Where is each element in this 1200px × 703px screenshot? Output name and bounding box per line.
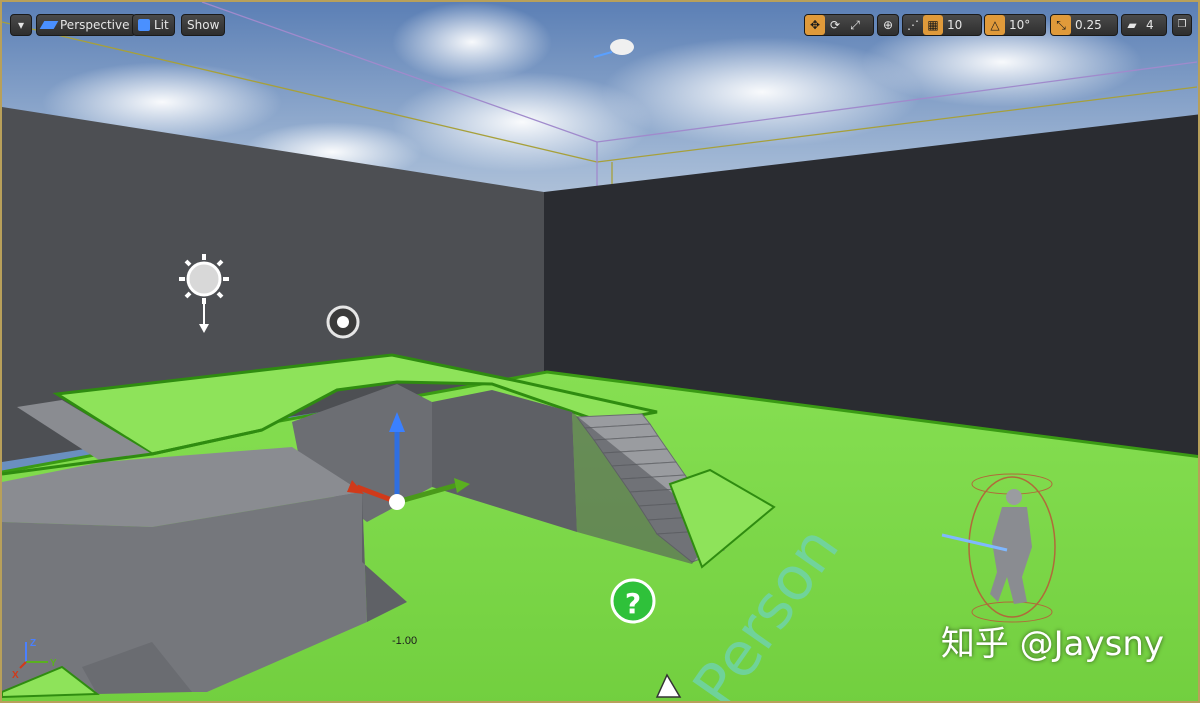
rotate-icon[interactable]: ⟳: [825, 15, 845, 35]
grid-snap-group: ⋰ ▦ 10: [902, 14, 982, 36]
watermark: 知乎 @Jaysny: [940, 624, 1164, 664]
grid-snap-value[interactable]: 10: [943, 14, 966, 36]
viewport-options-button[interactable]: ▾: [10, 14, 32, 36]
chevron-down-icon: ▾: [17, 18, 25, 32]
transform-mode-group: ✥ ⟳ ⤢: [804, 14, 874, 36]
axis-indicator: Z Y X: [12, 634, 72, 687]
camera-speed-value: 4: [1146, 18, 1154, 32]
camera-icon: ▰: [1127, 18, 1137, 32]
coordinate-readout: -1.00: [392, 635, 418, 647]
lit-button[interactable]: Lit: [132, 14, 175, 36]
scale-snap-value[interactable]: 0.25: [1071, 14, 1106, 36]
world-local-button[interactable]: ⊕: [877, 14, 899, 36]
globe-icon: ⊕: [882, 18, 894, 32]
perspective-label: Perspective: [60, 18, 130, 32]
show-label: Show: [187, 18, 220, 32]
axis-y-label: Y: [50, 658, 57, 669]
scale-icon[interactable]: ⤢: [845, 15, 865, 35]
perspective-icon: [39, 21, 59, 29]
grid-icon[interactable]: ▦: [923, 15, 943, 35]
svg-text:?: ?: [625, 587, 641, 620]
maximize-button[interactable]: ❐: [1172, 14, 1192, 36]
camera-speed-group[interactable]: ▰ 4: [1121, 14, 1167, 36]
rotation-snap-value[interactable]: 10°: [1005, 14, 1034, 36]
editor-viewport[interactable]: Person ? Z Y X -1.00 知乎 @Jaysny ▾ Perspe…: [0, 0, 1200, 703]
player-start-icon[interactable]: ?: [610, 578, 656, 624]
lit-label: Lit: [154, 18, 169, 32]
rotation-snap-group: △ 10°: [984, 14, 1046, 36]
scale-snap-icon[interactable]: ⤡: [1051, 15, 1071, 35]
show-button[interactable]: Show: [181, 14, 226, 36]
translate-icon[interactable]: ✥: [805, 15, 825, 35]
reflection-capture-icon[interactable]: [326, 305, 360, 339]
maximize-icon: ❐: [1177, 19, 1187, 30]
perspective-button[interactable]: Perspective: [36, 14, 136, 36]
cube-icon: [138, 19, 150, 31]
angle-icon[interactable]: △: [985, 15, 1005, 35]
scale-snap-group: ⤡ 0.25: [1050, 14, 1118, 36]
cloud: [392, 2, 552, 82]
axis-gizmo-icon: Z Y X: [12, 638, 57, 681]
axis-z-label: Z: [30, 638, 36, 649]
surface-snap-icon[interactable]: ⋰: [903, 15, 923, 35]
scene-canvas[interactable]: Person ?: [2, 2, 1200, 703]
axis-x-label: X: [12, 670, 19, 681]
